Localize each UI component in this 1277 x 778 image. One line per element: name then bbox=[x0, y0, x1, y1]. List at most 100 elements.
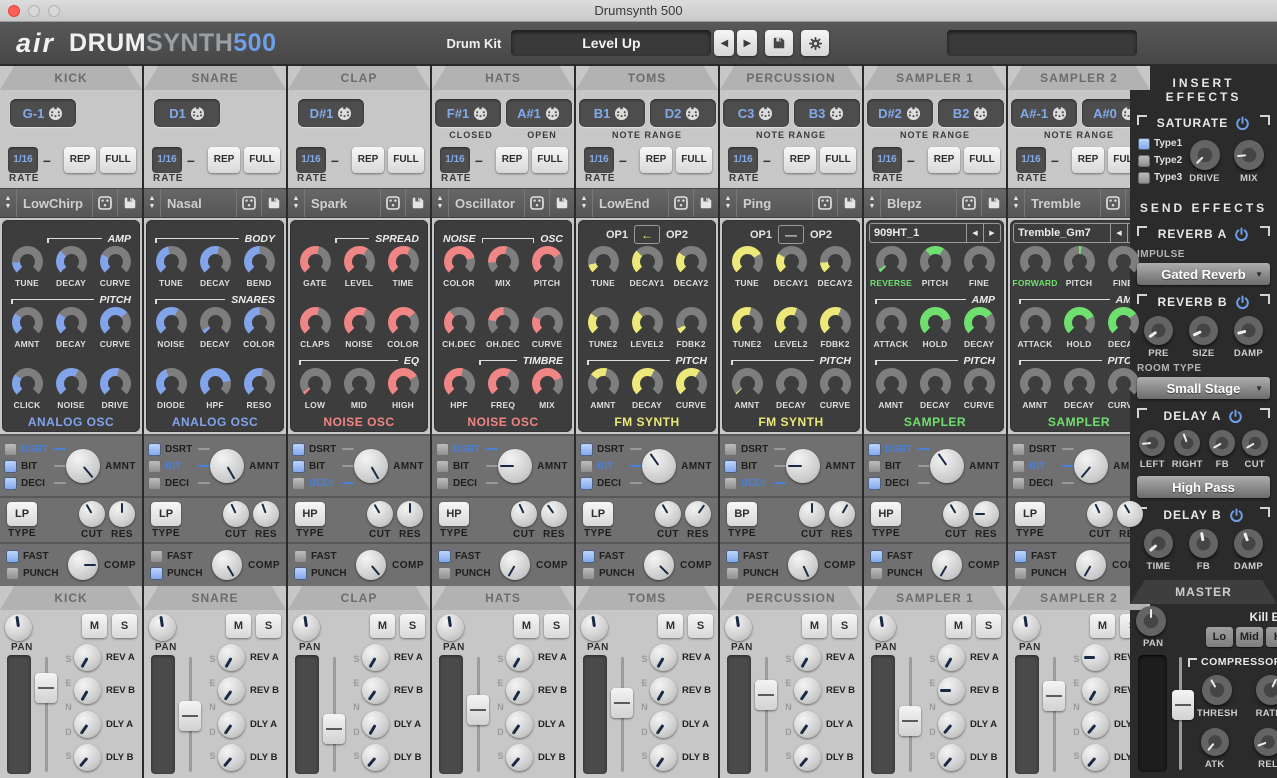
synth-knob-high[interactable]: HIGH bbox=[381, 368, 425, 410]
knob-arc[interactable] bbox=[820, 368, 851, 399]
master-fader[interactable] bbox=[1172, 655, 1188, 772]
filter-type-button[interactable]: LP bbox=[151, 502, 181, 526]
synth-knob-decay[interactable]: DECAY bbox=[193, 307, 237, 349]
send-knob-rev-b[interactable] bbox=[362, 677, 389, 704]
synth-knob-noise[interactable]: NOISE bbox=[49, 368, 93, 410]
fast-checkbox[interactable] bbox=[870, 550, 883, 563]
knob-arc[interactable] bbox=[156, 307, 187, 338]
power-icon[interactable] bbox=[1228, 409, 1243, 424]
synth-knob-decay[interactable]: DECAY bbox=[1057, 368, 1101, 410]
left-knob[interactable] bbox=[1139, 430, 1165, 456]
preset-save-button[interactable] bbox=[837, 189, 862, 217]
bit-checkbox[interactable] bbox=[4, 460, 17, 473]
knob-arc[interactable] bbox=[532, 307, 563, 338]
power-icon[interactable] bbox=[1235, 295, 1250, 310]
synth-knob-reso[interactable]: RESO bbox=[237, 368, 281, 410]
synth-knob-level2[interactable]: LEVEL2 bbox=[625, 307, 669, 349]
solo-button[interactable]: S bbox=[112, 614, 137, 638]
deci-checkbox[interactable] bbox=[436, 477, 449, 490]
sample-prev-button[interactable]: ◀ bbox=[966, 224, 983, 242]
knob-arc[interactable] bbox=[532, 368, 563, 399]
kit-next-button[interactable]: ▶ bbox=[737, 30, 757, 56]
filter-cutoff-knob[interactable] bbox=[799, 501, 825, 527]
knob-arc[interactable] bbox=[344, 307, 375, 338]
knob-arc[interactable] bbox=[300, 368, 331, 399]
send-knob-dly-a[interactable] bbox=[506, 711, 533, 738]
mute-button[interactable]: M bbox=[514, 614, 539, 638]
send-knob-rev-a[interactable] bbox=[794, 644, 821, 671]
filter-type-button[interactable]: HP bbox=[439, 502, 469, 526]
bit-checkbox[interactable] bbox=[580, 460, 593, 473]
rate-value-button[interactable]: 1/16 bbox=[8, 147, 38, 173]
pre-knob[interactable] bbox=[1144, 316, 1173, 345]
knob-arc[interactable] bbox=[876, 246, 907, 277]
synth-knob-curve[interactable]: CURVE bbox=[957, 368, 1001, 410]
synth-knob-mix[interactable]: MIX bbox=[481, 246, 525, 288]
knob-arc[interactable] bbox=[776, 246, 807, 277]
room-type-dropdown[interactable]: Small Stage▼ bbox=[1137, 377, 1270, 399]
knob-arc[interactable] bbox=[732, 307, 763, 338]
fader-cap[interactable] bbox=[1043, 681, 1065, 711]
pan-knob[interactable] bbox=[869, 614, 896, 641]
knob-arc[interactable] bbox=[920, 307, 951, 338]
full-button[interactable]: FULL bbox=[244, 147, 280, 173]
rate-value-button[interactable]: 1/16 bbox=[584, 147, 614, 173]
preset-save-button[interactable] bbox=[261, 189, 286, 217]
send-knob-rev-a[interactable] bbox=[1082, 644, 1109, 671]
full-button[interactable]: FULL bbox=[676, 147, 712, 173]
fader-cap[interactable] bbox=[899, 706, 921, 736]
filter-resonance-knob[interactable] bbox=[829, 501, 855, 527]
damp-knob[interactable] bbox=[1234, 316, 1263, 345]
randomize-button[interactable] bbox=[236, 189, 261, 217]
knob-arc[interactable] bbox=[444, 246, 475, 277]
synth-knob-tune[interactable]: TUNE bbox=[149, 246, 193, 288]
comp-amount-knob[interactable] bbox=[1076, 550, 1106, 580]
knob-arc[interactable] bbox=[56, 246, 87, 277]
synth-knob-decay[interactable]: DECAY bbox=[193, 246, 237, 288]
synth-knob-amnt[interactable]: AMNT bbox=[581, 368, 625, 410]
note-button[interactable]: D#1 bbox=[298, 99, 364, 127]
synth-knob-bend[interactable]: BEND bbox=[237, 246, 281, 288]
knob-arc[interactable] bbox=[1064, 307, 1095, 338]
knob-arc[interactable] bbox=[388, 368, 419, 399]
synth-knob-curve[interactable]: CURVE bbox=[813, 368, 857, 410]
synth-knob-tune[interactable]: TUNE bbox=[5, 246, 49, 288]
filter-cutoff-knob[interactable] bbox=[223, 501, 249, 527]
sample-prev-button[interactable]: ◀ bbox=[1110, 224, 1127, 242]
dsrt-checkbox[interactable] bbox=[436, 443, 449, 456]
punch-checkbox[interactable] bbox=[870, 567, 883, 580]
repeat-button[interactable]: REP bbox=[784, 147, 816, 173]
preset-spinner[interactable]: ▲▼ bbox=[288, 189, 305, 217]
filter-type-button[interactable]: LP bbox=[583, 502, 613, 526]
solo-button[interactable]: S bbox=[688, 614, 713, 638]
knob-arc[interactable] bbox=[100, 246, 131, 277]
note-button[interactable]: D1 bbox=[154, 99, 220, 127]
send-knob-rev-b[interactable] bbox=[794, 677, 821, 704]
mute-button[interactable]: M bbox=[226, 614, 251, 638]
synth-knob-forward[interactable]: FORWARD bbox=[1013, 246, 1057, 288]
send-knob-rev-a[interactable] bbox=[362, 644, 389, 671]
dsrt-checkbox[interactable] bbox=[868, 443, 881, 456]
dist-amount-knob[interactable] bbox=[1074, 449, 1108, 483]
note-button[interactable]: D#2 bbox=[867, 99, 933, 127]
synth-knob-decay[interactable]: DECAY bbox=[625, 368, 669, 410]
preset-spinner[interactable]: ▲▼ bbox=[1008, 189, 1025, 217]
deci-checkbox[interactable] bbox=[1012, 477, 1025, 490]
deci-checkbox[interactable] bbox=[580, 477, 593, 490]
note-button[interactable]: B1 bbox=[579, 99, 645, 127]
knob-arc[interactable] bbox=[820, 307, 851, 338]
send-knob-rev-a[interactable] bbox=[506, 644, 533, 671]
repeat-button[interactable]: REP bbox=[1072, 147, 1104, 173]
send-knob-dly-b[interactable] bbox=[650, 744, 677, 771]
dsrt-checkbox[interactable] bbox=[292, 443, 305, 456]
knob-arc[interactable] bbox=[920, 246, 951, 277]
knob-arc[interactable] bbox=[12, 368, 43, 399]
filter-type-button[interactable]: HP bbox=[295, 502, 325, 526]
dist-amount-knob[interactable] bbox=[66, 449, 100, 483]
fb-knob[interactable] bbox=[1189, 529, 1218, 558]
type2-checkbox[interactable] bbox=[1138, 155, 1150, 167]
knob-arc[interactable] bbox=[12, 246, 43, 277]
synth-knob-tune2[interactable]: TUNE2 bbox=[725, 307, 769, 349]
solo-button[interactable]: S bbox=[544, 614, 569, 638]
rate-value-button[interactable]: 1/16 bbox=[872, 147, 902, 173]
